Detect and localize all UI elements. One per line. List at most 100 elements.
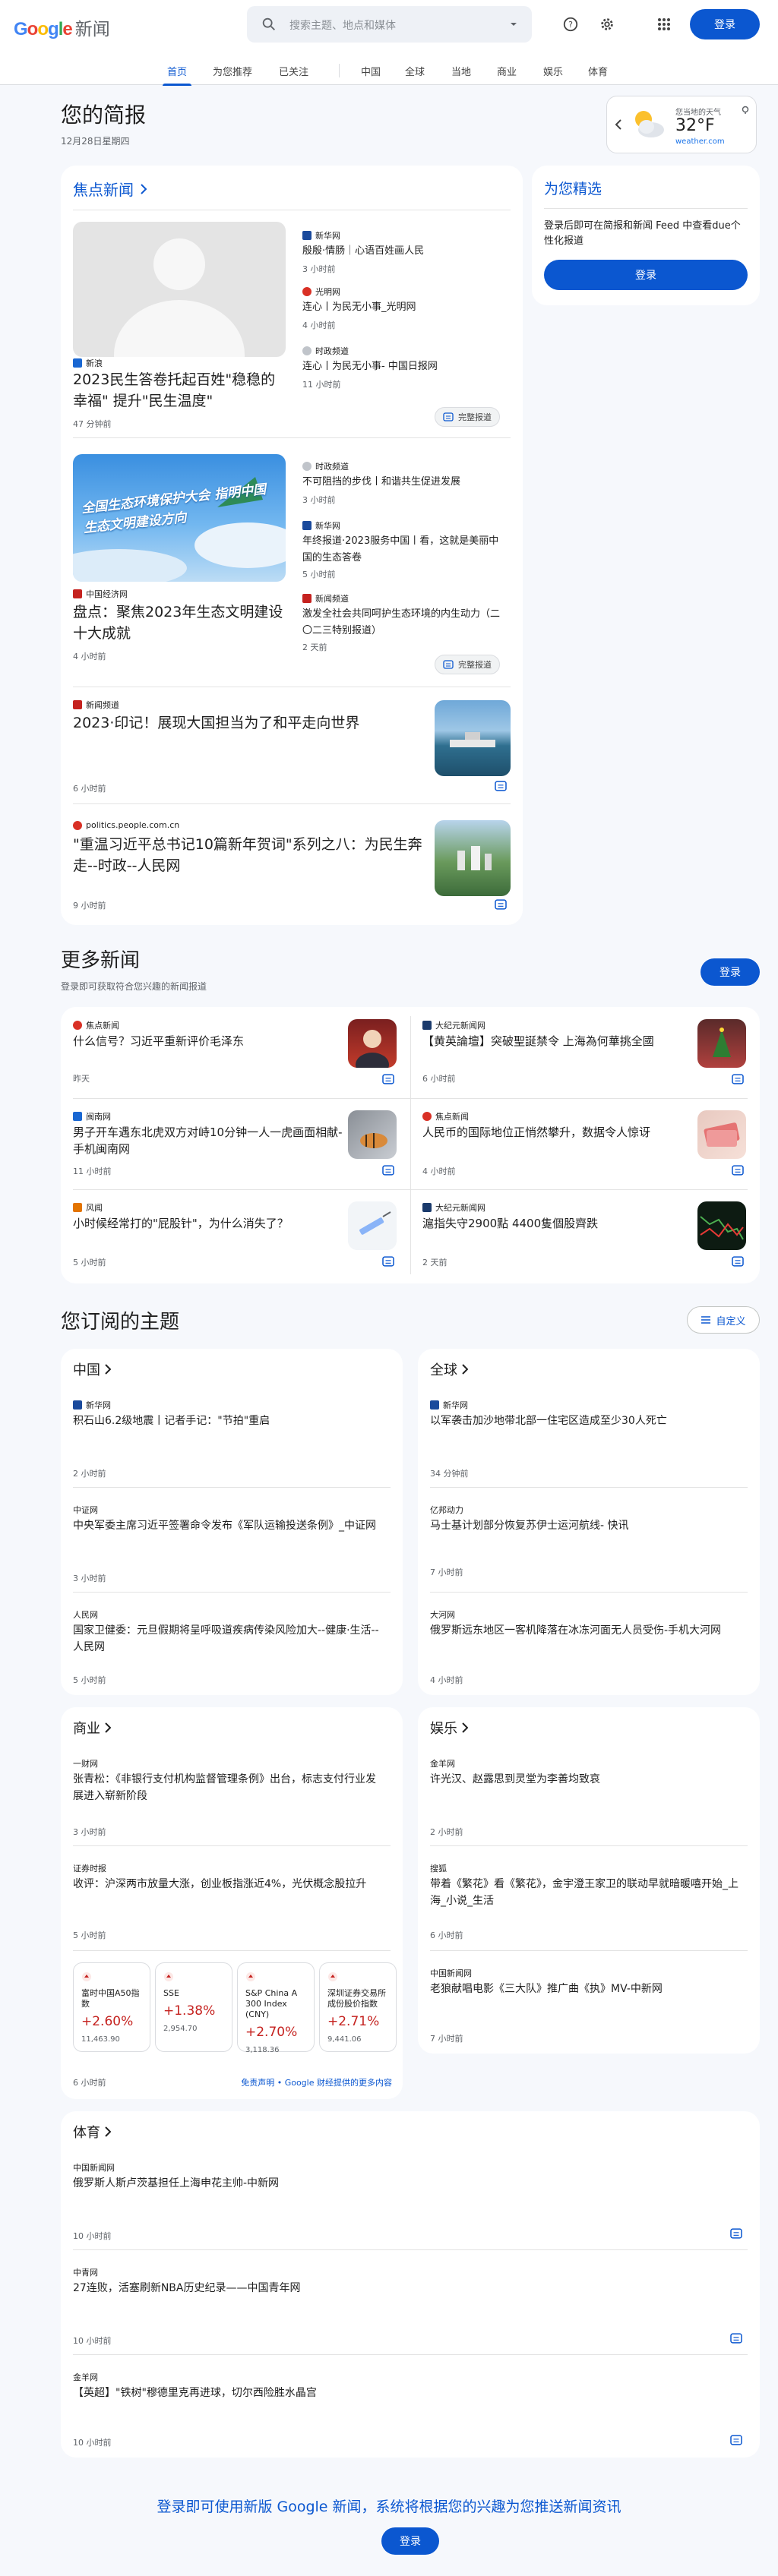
story-headline[interactable]: 积石山6.2级地震丨记者手记："节拍"重启 [73, 1413, 384, 1429]
full-coverage-button[interactable]: 完整报道 [435, 407, 500, 427]
partly-cloudy-icon [635, 111, 664, 137]
more-news-login-button[interactable]: 登录 [701, 958, 760, 986]
topic-header-entertainment[interactable]: 娱乐 [430, 1718, 468, 1738]
story-headline[interactable]: 年终报道·2023服务中国丨看，这就是美丽中国的生态答卷 [302, 533, 508, 567]
footer-login-button[interactable]: 登录 [381, 2527, 439, 2555]
tab-home[interactable]: 首页 [167, 64, 187, 78]
login-button[interactable]: 登录 [690, 9, 760, 39]
topic-header-business[interactable]: 商业 [73, 1718, 111, 1738]
full-coverage-icon[interactable] [494, 899, 508, 910]
dropdown-arrow-icon[interactable] [508, 18, 520, 30]
weather-widget[interactable]: 您当地的天气 32°F weather.com [606, 96, 757, 153]
story-headline[interactable]: 不可阻挡的步伐丨和谐共生促进发展 [302, 474, 508, 491]
full-coverage-button[interactable]: 完整报道 [435, 655, 500, 674]
story-thumbnail[interactable] [697, 1201, 746, 1250]
story-source: 闽南网 [73, 1110, 111, 1122]
search-icon[interactable] [261, 16, 277, 33]
svg-text:?: ? [568, 20, 573, 30]
tab-entertainment[interactable]: 娱乐 [543, 64, 563, 78]
topic-header-sports[interactable]: 体育 [73, 2122, 111, 2142]
story-time: 6 小时前 [430, 1930, 463, 1940]
story-headline[interactable]: 马士基计划部分恢复苏伊士运河航线- 快讯 [430, 1517, 742, 1534]
story-time: 4 小时前 [430, 1675, 463, 1685]
tab-china[interactable]: 中国 [361, 64, 381, 78]
story-headline[interactable]: 激发全社会共同呵护生态环境的内生动力（二〇二三特别报道） [302, 606, 508, 639]
top-stories-header[interactable]: 焦点新闻 [73, 178, 147, 200]
story-thumbnail[interactable] [697, 1019, 746, 1068]
customize-button[interactable]: 自定义 [687, 1306, 760, 1334]
tab-local[interactable]: 当地 [451, 64, 471, 78]
story-headline[interactable]: 以军袭击加沙地带北部一住宅区造成至少30人死亡 [430, 1413, 742, 1429]
story-headline[interactable]: 【英超】"铁树"穆德里克再进球，切尔西险胜水晶宫 [73, 2385, 726, 2401]
search-box[interactable]: 搜索主题、地点和媒体 [247, 6, 532, 43]
tab-sports[interactable]: 体育 [588, 64, 608, 78]
full-coverage-icon[interactable] [381, 1074, 395, 1084]
story-source: 新闻频道 [73, 699, 119, 711]
story-headline[interactable]: 什么信号？习近平重新评价毛泽东 [73, 1033, 346, 1050]
story-headline[interactable]: 俄罗斯人斯卢茨基担任上海申花主帅-中新网 [73, 2175, 726, 2192]
tab-world[interactable]: 全球 [405, 64, 425, 78]
stock-tile[interactable]: 富时中国A50指数 +2.60% 11,463.90 [73, 1962, 150, 2052]
story-headline[interactable]: 人民币的国际地位正悄然攀升，数据令人惊讶 [422, 1124, 696, 1141]
story-image[interactable] [73, 222, 286, 357]
tab-following[interactable]: 已关注 [279, 64, 308, 78]
tab-for-you[interactable]: 为您推荐 [213, 64, 252, 78]
story-headline[interactable]: 27连败，活塞刷新NBA历史纪录——中国青年网 [73, 2280, 726, 2297]
apps-grid-icon[interactable] [652, 12, 676, 36]
stock-tile[interactable]: SSE +1.38% 2,954.70 [155, 1962, 232, 2052]
story-thumbnail[interactable] [435, 820, 511, 896]
story-headline[interactable]: 连心丨为民无小事- 中国日报网 [302, 358, 508, 375]
story-headline[interactable]: 2023·印记！展现大国担当为了和平走向世界 [73, 712, 422, 734]
topic-header-china[interactable]: 中国 [73, 1359, 111, 1379]
weather-source-link[interactable]: weather.com [675, 137, 725, 146]
story-headline[interactable]: 中央军委主席习近平签署命令发布《军队运输投送条例》_中证网 [73, 1517, 384, 1534]
story-headline[interactable]: 国家卫健委：元旦假期将呈呼吸道疾病传染风险加大--健康·生活--人民网 [73, 1622, 384, 1656]
full-coverage-icon[interactable] [729, 2435, 743, 2445]
stock-tile[interactable]: 深圳证券交易所成份股价指数 +2.71% 9,441.06 [319, 1962, 397, 2052]
location-pin-icon[interactable] [741, 106, 750, 115]
story-headline[interactable]: 老狼献唱电影《三大队》推广曲《执》MV-中新网 [430, 1981, 742, 1997]
story-headline[interactable]: 张青松：《非银行支付机构监督管理条例》出台，标志支付行业发展进入崭新阶段 [73, 1771, 384, 1804]
story-thumbnail[interactable] [348, 1019, 397, 1068]
story-thumbnail[interactable] [348, 1110, 397, 1159]
story-headline[interactable]: "重温习近平总书记10篇新年贺词"系列之八：为民生奔走--时政--人民网 [73, 834, 430, 876]
story-headline[interactable]: 收评：沪深两市放量大涨，创业板指涨近4%，光伏概念股拉升 [73, 1876, 384, 1893]
story-thumbnail[interactable] [435, 700, 511, 776]
story-headline[interactable]: 男子开车遇东北虎双方对峙10分钟一人一虎画面相献-手机闽南网 [73, 1124, 346, 1157]
full-coverage-icon[interactable] [381, 1165, 395, 1176]
full-coverage-icon[interactable] [381, 1256, 395, 1267]
tab-business[interactable]: 商业 [497, 64, 517, 78]
story-headline[interactable]: 殷殷·情肠｜心语百姓画人民 [302, 243, 508, 260]
full-coverage-icon [443, 412, 454, 421]
topic-header-world[interactable]: 全球 [430, 1359, 468, 1379]
story-time: 5 小时前 [73, 1258, 106, 1267]
chevron-left-icon[interactable] [615, 119, 622, 130]
footer-signin-prompt: 登录即可使用新版 Google 新闻，系统将根据您的兴趣为您推送新闻资讯 [157, 2499, 621, 2515]
story-headline[interactable]: 2023民生答卷托起百姓"稳稳的幸福" 提升"民生温度" [73, 369, 289, 412]
story-headline[interactable]: 【黄英論壇】突破聖誕禁令 上海為何華挑全國 [422, 1033, 696, 1050]
full-coverage-icon[interactable] [731, 1165, 745, 1176]
help-icon[interactable]: ? [558, 12, 583, 36]
full-coverage-icon[interactable] [731, 1256, 745, 1267]
story-headline[interactable]: 俄罗斯远东地区一客机降落在冰冻河面无人员受伤-手机大河网 [430, 1622, 742, 1639]
google-news-logo[interactable]: Google 新闻 [14, 14, 110, 40]
settings-gear-icon[interactable] [595, 12, 619, 36]
story-thumbnail[interactable] [697, 1110, 746, 1159]
arrow-up-icon [328, 1972, 337, 1981]
story-headline[interactable]: 滬指失守2900點 4400隻個股齊跌 [422, 1215, 696, 1232]
story-image[interactable]: 全国生态环境保护大会 指明中国生态文明建设方向 [73, 454, 286, 582]
story-headline[interactable]: 带着《繁花》看《繁花》，金宇澄王家卫的联动早就暗暖嘻开始_上海_小说_生活 [430, 1876, 742, 1909]
stock-tile[interactable]: S&P China A 300 Index (CNY) +2.70% 3,118.3… [237, 1962, 315, 2054]
story-headline[interactable]: 小时候经常打的"屁股针"，为什么消失了？ [73, 1215, 346, 1232]
story-thumbnail[interactable] [348, 1201, 397, 1250]
story-headline[interactable]: 连心丨为民无小事_光明网 [302, 299, 508, 316]
picks-login-button[interactable]: 登录 [544, 260, 748, 290]
finance-disclaimer-link[interactable]: 免责声明 • Google 财经提供的更多内容 [241, 2076, 392, 2088]
full-coverage-icon[interactable] [494, 781, 508, 791]
story-headline[interactable]: 许光汉、赵露思到灵堂为李善均致哀 [430, 1771, 742, 1788]
full-coverage-icon[interactable] [731, 1074, 745, 1084]
full-coverage-icon[interactable] [729, 2228, 743, 2239]
divider [73, 437, 511, 438]
full-coverage-icon[interactable] [729, 2333, 743, 2344]
story-headline[interactable]: 盘点：聚焦2023年生态文明建设十大成就 [73, 601, 289, 644]
